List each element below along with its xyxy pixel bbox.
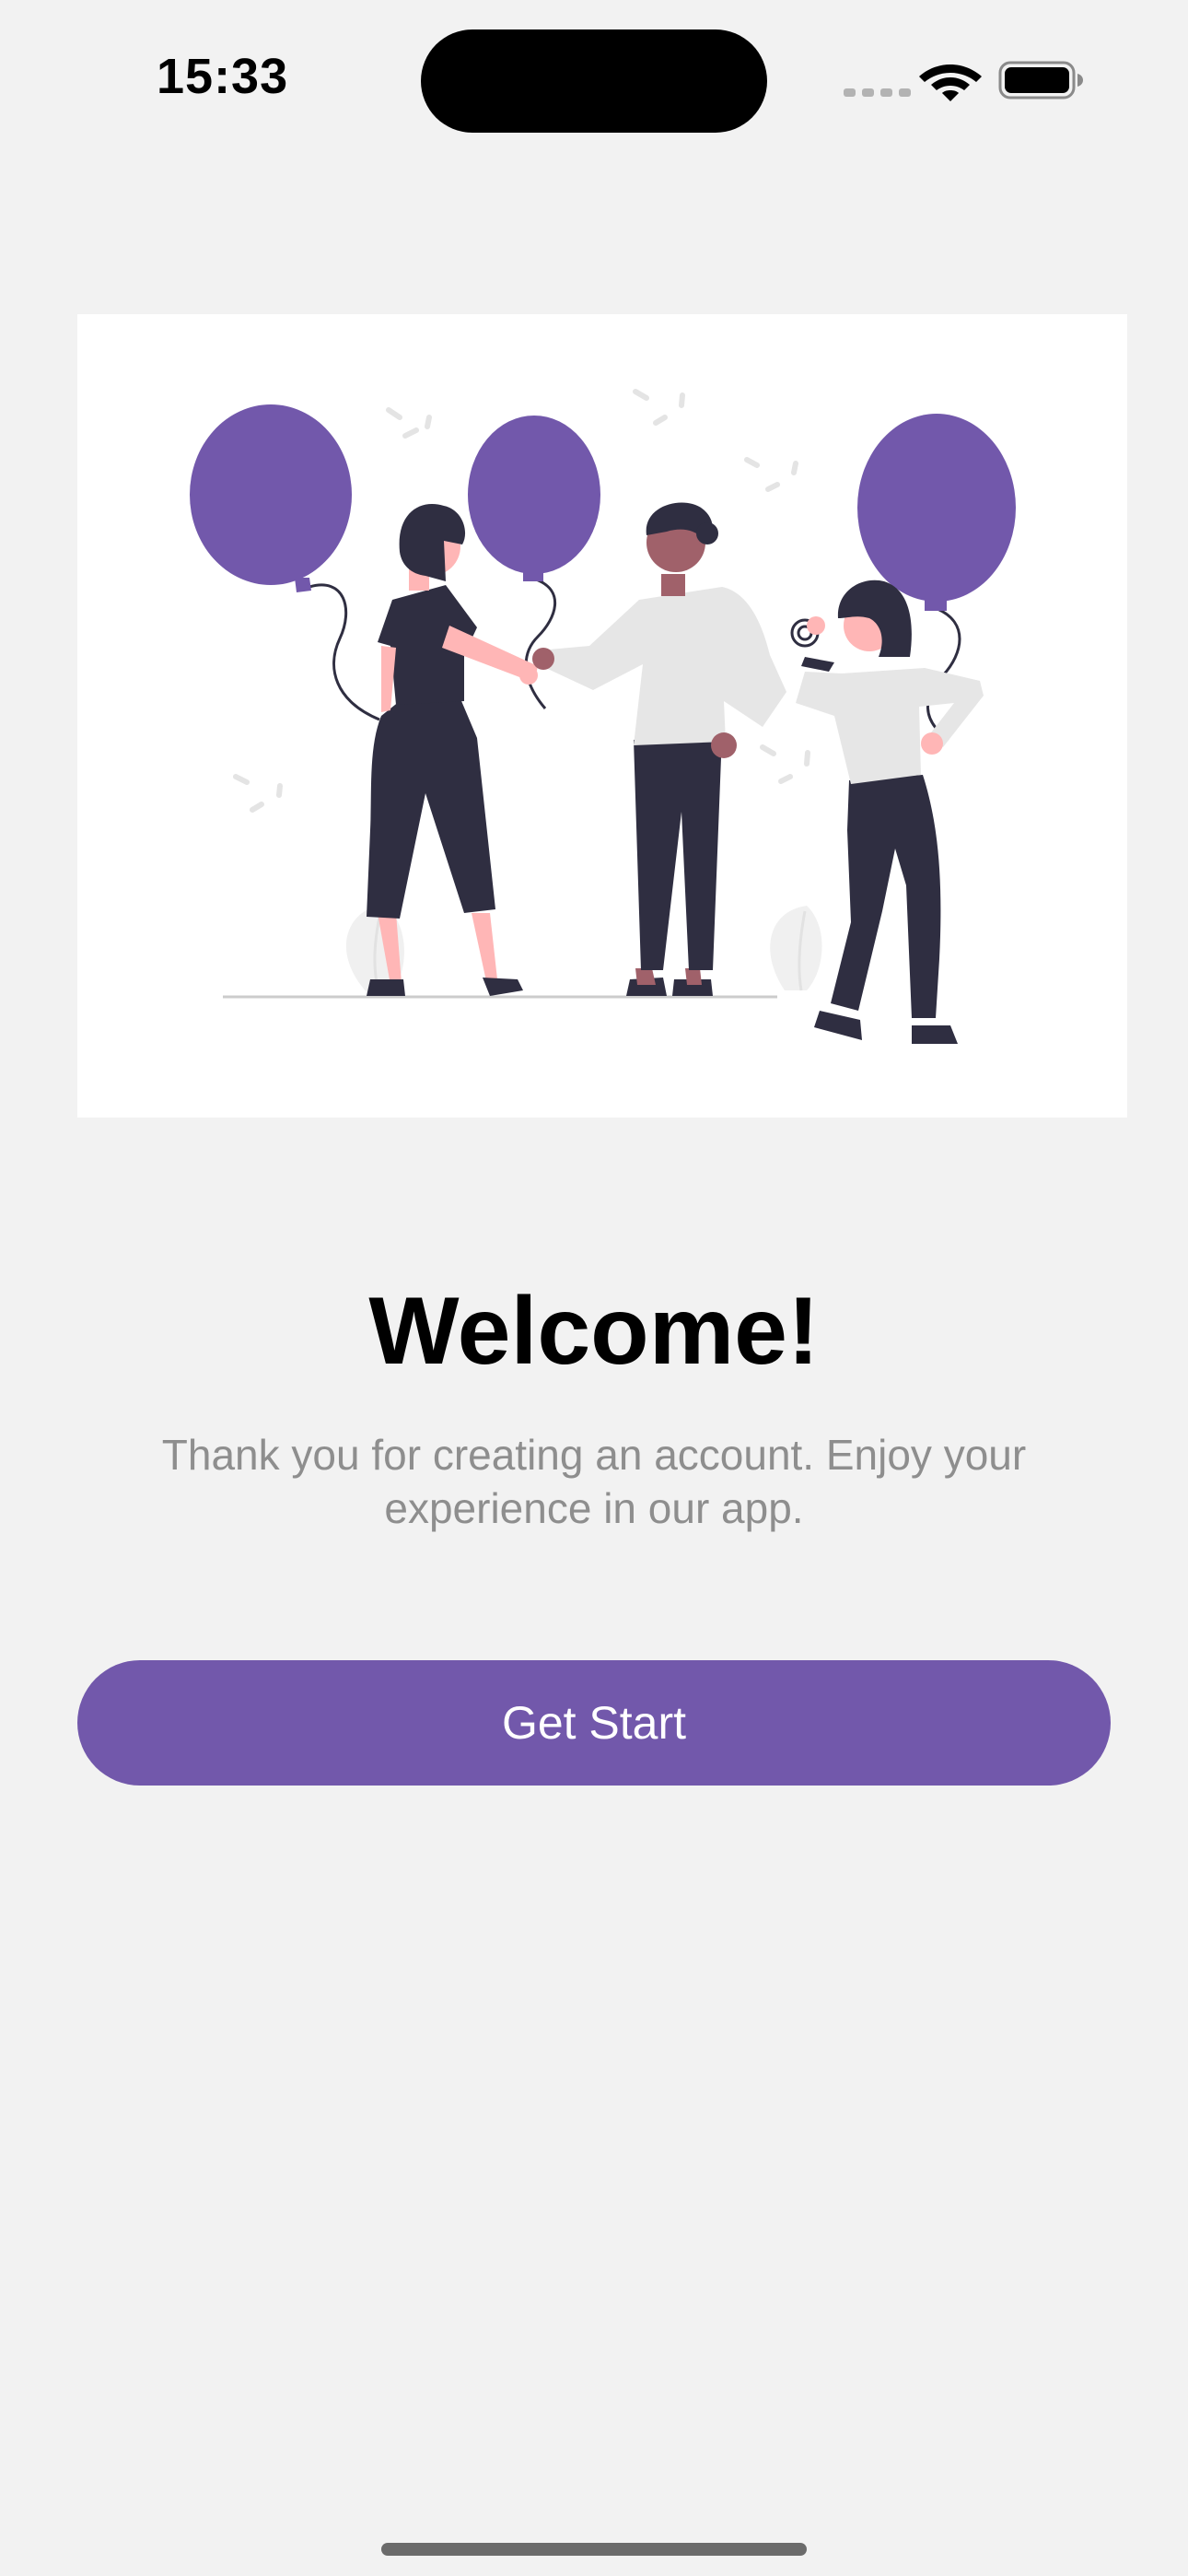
- wifi-icon: [919, 64, 982, 101]
- status-icons: [838, 57, 1087, 103]
- illustration-card: [77, 314, 1127, 1118]
- girl-figure: [790, 580, 984, 1044]
- woman-figure: [367, 504, 538, 996]
- balloon-middle: [468, 416, 600, 581]
- get-start-button[interactable]: Get Start: [77, 1660, 1111, 1786]
- status-time: 15:33: [157, 49, 289, 104]
- battery-icon: [998, 61, 1083, 100]
- cellular-signal-icon: [844, 88, 911, 97]
- celebration-balloons-illustration: [190, 389, 1016, 1044]
- welcome-title: Welcome!: [368, 1278, 820, 1385]
- man-figure: [532, 502, 786, 996]
- status-bar: 15:33: [0, 0, 1188, 157]
- home-indicator[interactable]: [381, 2543, 807, 2556]
- balloon-left: [190, 404, 352, 592]
- dynamic-island: [421, 29, 767, 133]
- welcome-message: Thank you for creating an account. Enjoy…: [161, 1431, 1027, 1532]
- leaf-decoration: [345, 904, 822, 996]
